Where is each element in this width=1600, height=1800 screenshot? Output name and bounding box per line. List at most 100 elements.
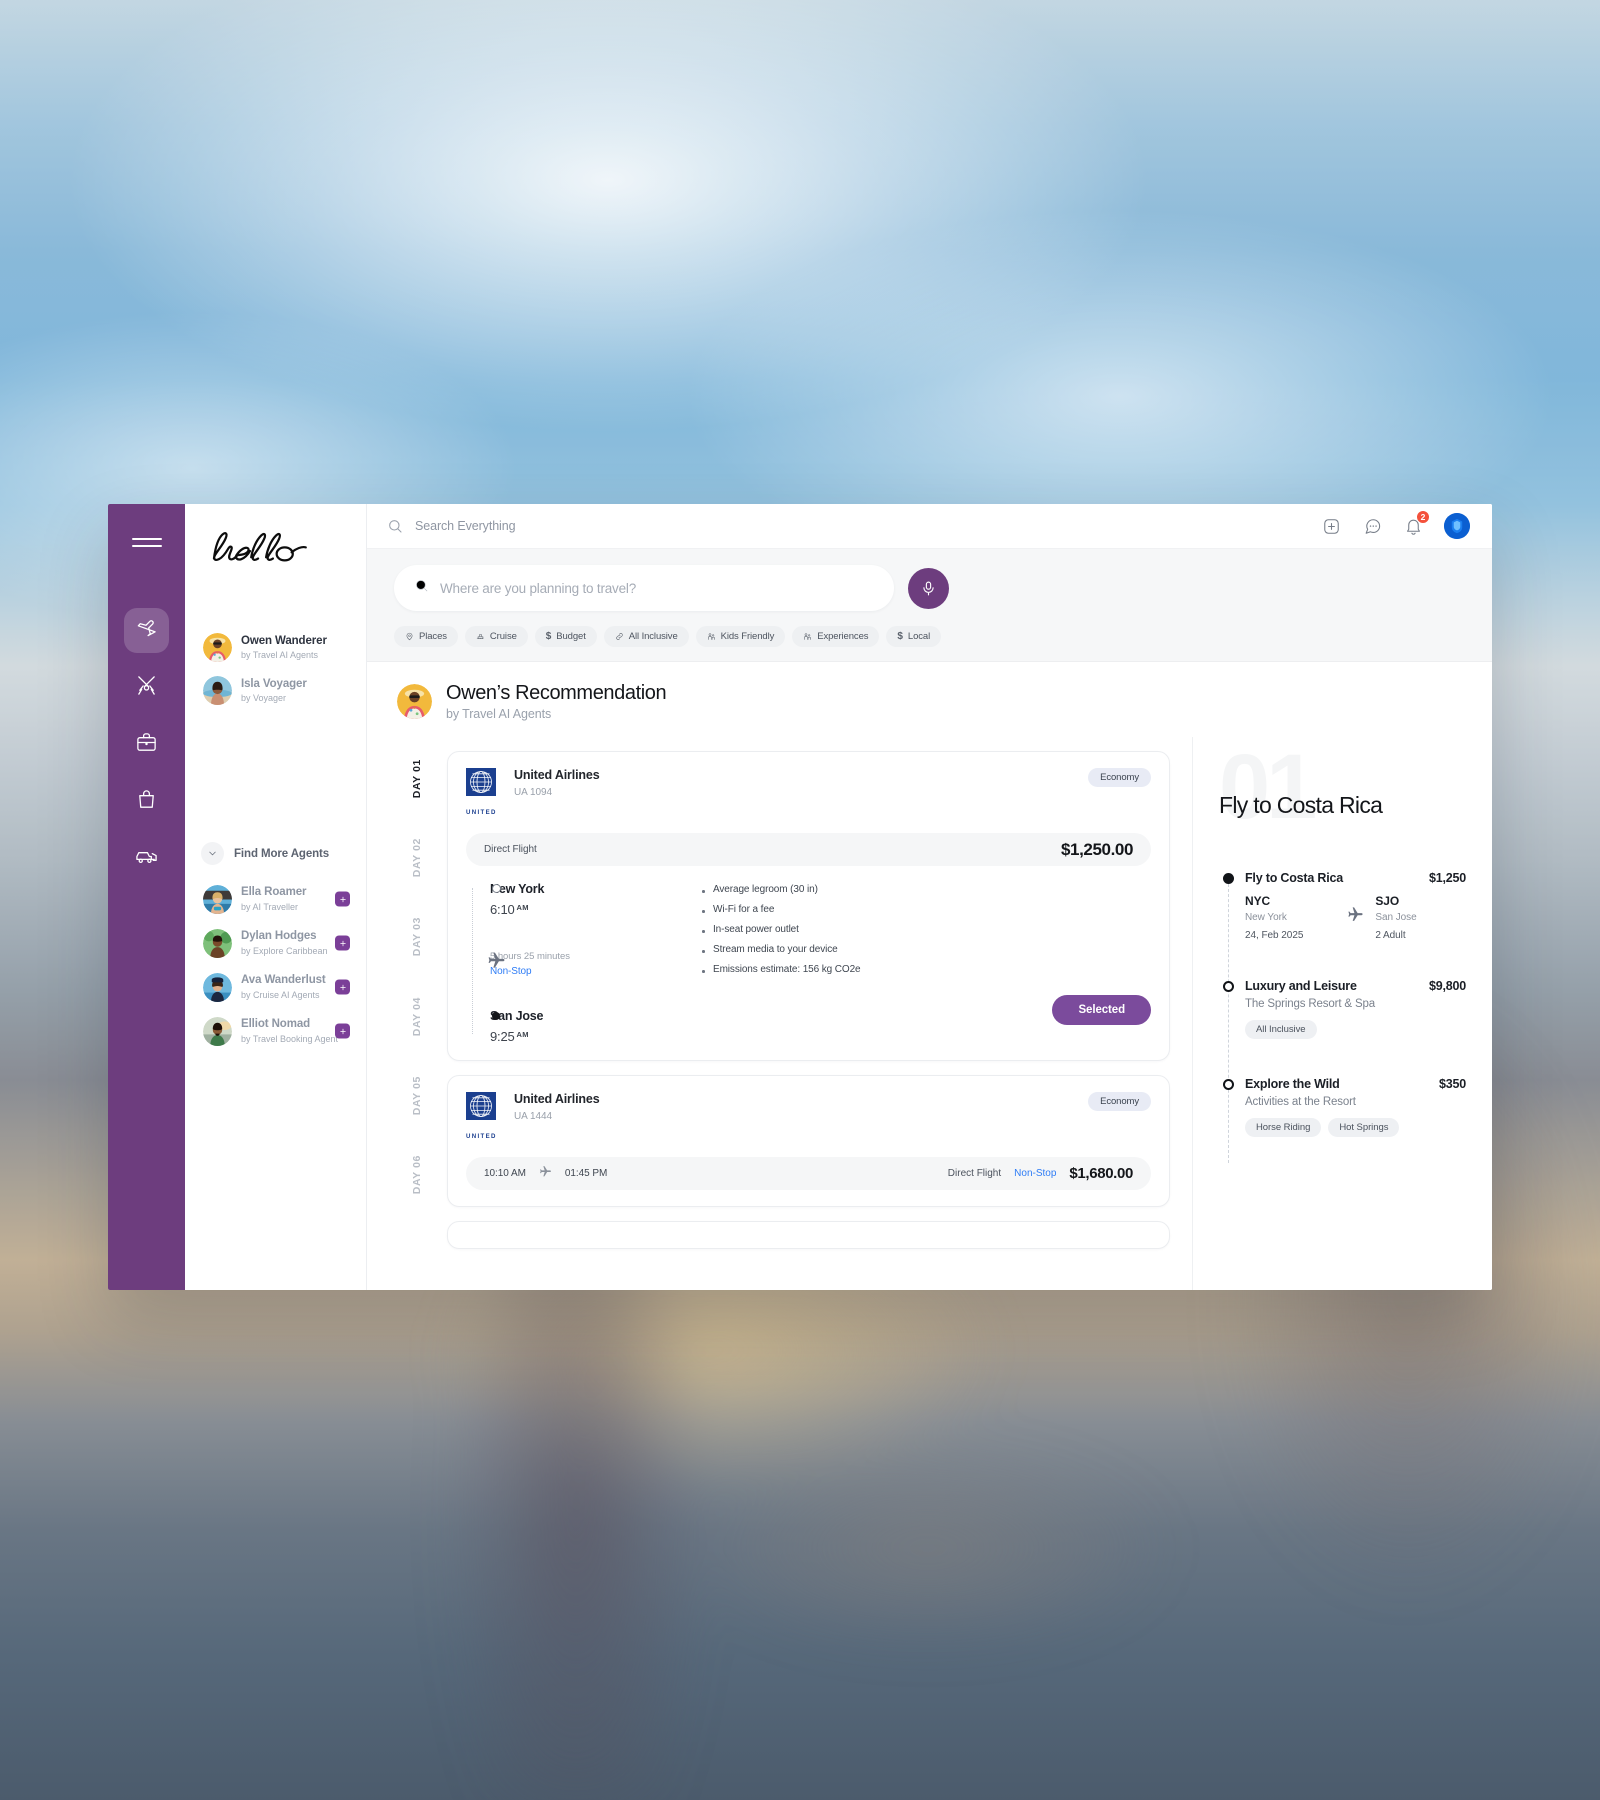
departure-leg: New York 6:10 AM [490, 882, 674, 917]
agent-elliot-nomad[interactable]: Elliot Nomad by Travel Booking Agent [199, 1009, 352, 1053]
find-more-agents-toggle[interactable]: Find More Agents [185, 842, 366, 865]
agent-subtitle: by Travel AI Agents [241, 650, 319, 661]
selected-button[interactable]: Selected [1052, 995, 1151, 1025]
search-icon [414, 578, 429, 598]
flight-card-partial[interactable] [447, 1221, 1170, 1249]
flight-number: UA 1444 [514, 1111, 553, 1122]
notifications-button[interactable]: 2 [1403, 510, 1430, 536]
fare-summary-bar: 10:10 AM 01:45 PM Direct Flight Non-Stop… [466, 1157, 1151, 1190]
chip-cruise[interactable]: Cruise [464, 626, 528, 647]
route-destination: SJO San Jose 2 Adult [1375, 894, 1466, 941]
united-wordmark: UNITED [466, 809, 497, 816]
departure-time: 10:10 AM [484, 1168, 526, 1179]
day-tab-02[interactable]: DAY 02 [411, 838, 423, 877]
itinerary-step-hotel[interactable]: Luxury and Leisure $9,800 The Springs Re… [1222, 979, 1466, 1039]
day-tab-04[interactable]: DAY 04 [411, 997, 423, 1036]
chip-kids-friendly[interactable]: Kids Friendly [695, 626, 786, 647]
step-price: $1,250 [1428, 871, 1466, 885]
hamburger-icon[interactable] [131, 536, 162, 550]
rail-item-car-rental[interactable] [124, 836, 169, 881]
brand-logo[interactable] [185, 530, 366, 582]
arrival-city: San Jose [490, 1009, 544, 1023]
chevron-down-icon [201, 842, 224, 865]
fork-knife-icon [135, 674, 158, 702]
agent-ella-roamer[interactable]: Ella Roamer by AI Traveller [199, 877, 352, 921]
day-tab-03[interactable]: DAY 03 [411, 917, 423, 956]
agent-dylan-hodges[interactable]: Dylan Hodges by Explore Caribbean [199, 921, 352, 965]
amenities-panel: Average legroom (30 in) Wi-Fi for a fee … [674, 882, 1151, 1044]
airline-info: United Airlines UA 1444 [514, 1092, 600, 1122]
tag-all-inclusive[interactable]: All Inclusive [1245, 1020, 1317, 1039]
agent-subtitle: by Voyager [241, 693, 287, 704]
global-search-input[interactable] [415, 519, 1321, 533]
step-header: Fly to Costa Rica $1,250 [1245, 871, 1466, 885]
route-summary: NYC New York 24, Feb 2025 SJO San Jose 2… [1245, 894, 1466, 941]
flight-duration: 5 hours 25 minutes [490, 951, 570, 962]
agent-owen-wanderer[interactable]: Owen Wanderer by Travel AI Agents [199, 626, 352, 669]
chip-budget[interactable]: $ Budget [534, 626, 597, 647]
add-button[interactable] [1321, 516, 1341, 536]
destination-code: SJO [1375, 894, 1400, 908]
avatar-image [1444, 513, 1470, 539]
itinerary-title: Fly to Costa Rica [1219, 792, 1383, 818]
avatar [203, 633, 232, 662]
day-tab-05[interactable]: DAY 05 [411, 1076, 423, 1115]
search-row [394, 565, 1470, 611]
flight-timeline: New York 6:10 AM 5 hours 25 minutes Non-… [466, 882, 674, 1044]
select-action-row: Selected [700, 995, 1151, 1025]
agent-name: Isla Voyager [241, 677, 307, 690]
agent-name: Owen Wanderer [241, 634, 327, 647]
dollar-icon: $ [897, 630, 903, 642]
rail-items [124, 608, 169, 881]
chip-places[interactable]: Places [394, 626, 458, 647]
day-tab-01[interactable]: DAY 01 [411, 759, 423, 798]
amenity-item: Average legroom (30 in) [700, 884, 1151, 895]
airplane-icon [1336, 894, 1376, 923]
itinerary-panel: 01 Fly to Costa Rica Fly to Costa Rica $… [1192, 737, 1492, 1290]
rail-item-business[interactable] [124, 722, 169, 767]
tag-horse-riding[interactable]: Horse Riding [1245, 1118, 1322, 1137]
add-agent-button[interactable] [335, 1023, 350, 1039]
travel-search-input[interactable] [440, 580, 874, 596]
voice-search-button[interactable] [908, 567, 949, 609]
timeline-line [1228, 879, 1229, 1163]
user-avatar[interactable] [1444, 513, 1470, 539]
departure-city: New York [490, 882, 545, 896]
itinerary-step-activities[interactable]: Explore the Wild $350 Activities at the … [1222, 1077, 1466, 1137]
add-agent-button[interactable] [335, 891, 350, 907]
more-agents-list: Ella Roamer by AI Traveller Dylan Hodges… [185, 877, 366, 1053]
chip-all-inclusive[interactable]: All Inclusive [603, 626, 689, 647]
chip-local[interactable]: $ Local [886, 626, 942, 647]
itinerary-steps: Fly to Costa Rica $1,250 NYC New York 24… [1219, 871, 1466, 1163]
departure-time: 6:10 AM [490, 902, 529, 917]
add-agent-button[interactable] [335, 979, 350, 995]
notification-badge: 2 [1416, 510, 1430, 524]
rail-item-dining[interactable] [124, 665, 169, 710]
filter-chips: Places Cruise $ Budget All Inclusive Kid… [394, 626, 1470, 647]
travel-search-box[interactable] [394, 565, 894, 611]
map-pin-icon [406, 632, 413, 641]
messages-button[interactable] [1362, 516, 1382, 536]
add-agent-button[interactable] [335, 935, 350, 951]
agent-isla-voyager[interactable]: Isla Voyager by Voyager [199, 669, 352, 712]
icon-rail [108, 504, 185, 1290]
step-header: Explore the Wild $350 [1245, 1077, 1466, 1091]
avatar [397, 684, 432, 719]
day-tab-06[interactable]: DAY 06 [411, 1155, 423, 1194]
airline-name: United Airlines [514, 1092, 600, 1106]
rail-item-flights[interactable] [124, 608, 169, 653]
united-globe-icon [466, 768, 496, 796]
rail-item-shopping[interactable] [124, 779, 169, 824]
duration-leg: 5 hours 25 minutes Non-Stop [488, 951, 674, 977]
agent-ava-wanderlust[interactable]: Ava Wanderlust by Cruise AI Agents [199, 965, 352, 1009]
flight-legs: New York 6:10 AM 5 hours 25 minutes Non-… [466, 882, 1151, 1044]
chip-label: Places [419, 631, 447, 642]
flight-card-primary[interactable]: UNITED United Airlines UA 1094 Economy D… [447, 751, 1170, 1061]
chip-label: All Inclusive [628, 631, 678, 642]
agent-text: Dylan Hodges by Explore Caribbean [241, 929, 328, 957]
active-agents-list: Owen Wanderer by Travel AI Agents Isla V… [185, 626, 366, 712]
tag-hot-springs[interactable]: Hot Springs [1328, 1118, 1400, 1137]
itinerary-step-flight[interactable]: Fly to Costa Rica $1,250 NYC New York 24… [1222, 871, 1466, 941]
flight-card-secondary[interactable]: UNITED United Airlines UA 1444 Economy 1… [447, 1075, 1170, 1207]
chip-experiences[interactable]: Experiences [792, 626, 880, 647]
